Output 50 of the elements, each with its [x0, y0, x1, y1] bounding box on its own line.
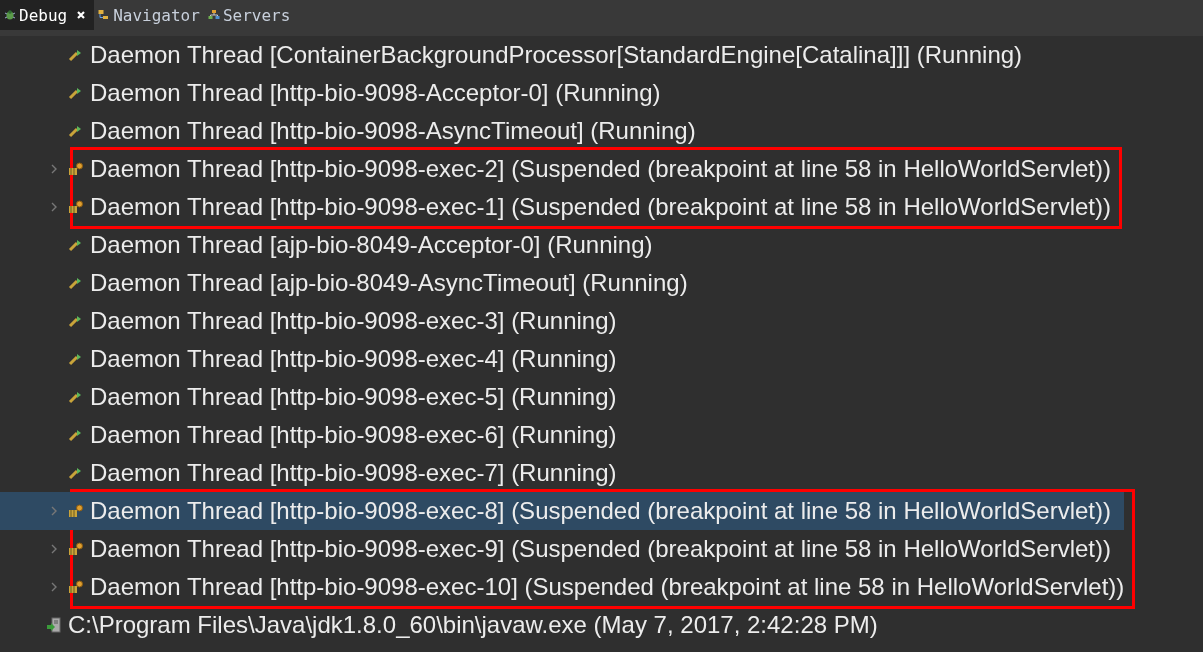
thread-row[interactable]: Daemon Thread [http-bio-9098-exec-4] (Running) [0, 340, 688, 378]
suspended-thread-icon [68, 161, 84, 177]
thread-label: Daemon Thread [http-bio-9098-exec-4] (Running) [90, 345, 617, 373]
thread-label: Daemon Thread [ContainerBackgroundProcessor[StandardEngine[Catalina]]] (Running) [90, 41, 1023, 69]
thread-label: Daemon Thread [http-bio-9098-exec-2] (Suspended (breakpoint at line 58 in HelloWorldServlet)) [90, 155, 1111, 183]
thread-row[interactable]: Daemon Thread [http-bio-9098-exec-5] (Running) [0, 378, 688, 416]
thread-label: Daemon Thread [ajp-bio-8049-AsyncTimeout] (Running) [90, 269, 688, 297]
thread-row[interactable]: Daemon Thread [http-bio-9098-exec-1] (Suspended (breakpoint at line 58 in HelloWorldServlet)) [0, 188, 1111, 226]
expand-chevron-icon[interactable] [50, 201, 58, 213]
suspended-thread-icon [68, 503, 84, 519]
thread-row[interactable]: Daemon Thread [http-bio-9098-exec-2] (Suspended (breakpoint at line 58 in HelloWorldServlet)) [0, 150, 1111, 188]
thread-row[interactable]: Daemon Thread [ajp-bio-8049-AsyncTimeout] (Running) [0, 264, 688, 302]
servers-icon [207, 9, 220, 21]
thread-label: Daemon Thread [http-bio-9098-exec-9] (Suspended (breakpoint at line 58 in HelloWorldServlet)) [90, 535, 1111, 563]
thread-row[interactable]: Daemon Thread [ajp-bio-8049-Acceptor-0] (Running) [0, 226, 688, 264]
view-tab[interactable]: Servers [203, 0, 295, 30]
suspended-thread-icon [68, 199, 84, 215]
thread-label: Daemon Thread [http-bio-9098-Acceptor-0] (Running) [90, 79, 661, 107]
suspended-thread-icon [68, 579, 84, 595]
view-tab[interactable]: Navigator [94, 0, 204, 30]
thread-label: Daemon Thread [http-bio-9098-exec-8] (Suspended (breakpoint at line 58 in HelloWorldServlet)) [90, 497, 1111, 525]
process-row[interactable]: C:\Program Files\Java\jdk1.8.0_60\bin\javaw.exe (May 7, 2017, 2:42:28 PM) [0, 606, 878, 644]
thread-label: Daemon Thread [ajp-bio-8049-Acceptor-0] (Running) [90, 231, 653, 259]
thread-row[interactable]: Daemon Thread [http-bio-9098-AsyncTimeout] (Running) [0, 112, 1023, 150]
thread-row[interactable]: Daemon Thread [http-bio-9098-exec-6] (Running) [0, 416, 688, 454]
thread-label: Daemon Thread [http-bio-9098-exec-7] (Running) [90, 459, 617, 487]
process-label: C:\Program Files\Java\jdk1.8.0_60\bin\javaw.exe (May 7, 2017, 2:42:28 PM) [68, 611, 878, 639]
process-icon [46, 617, 62, 633]
thread-label: Daemon Thread [http-bio-9098-exec-3] (Running) [90, 307, 617, 335]
expand-chevron-icon[interactable] [50, 505, 58, 517]
thread-row[interactable]: Daemon Thread [ContainerBackgroundProcessor[StandardEngine[Catalina]]] (Running) [0, 36, 1023, 74]
expand-chevron-icon[interactable] [50, 543, 58, 555]
thread-label: Daemon Thread [http-bio-9098-exec-5] (Running) [90, 383, 617, 411]
thread-label: Daemon Thread [http-bio-9098-exec-10] (Suspended (breakpoint at line 58 in HelloWorldServlet)) [90, 573, 1125, 601]
thread-row[interactable]: Daemon Thread [http-bio-9098-exec-8] (Suspended (breakpoint at line 58 in HelloWorldServlet)) [0, 492, 1125, 530]
close-icon[interactable] [76, 10, 87, 20]
thread-row[interactable]: Daemon Thread [http-bio-9098-exec-10] (Suspended (breakpoint at line 58 in HelloWorldServlet)) [0, 568, 1125, 606]
thread-row[interactable]: Daemon Thread [http-bio-9098-exec-9] (Suspended (breakpoint at line 58 in HelloWorldServlet)) [0, 530, 1125, 568]
view-tab[interactable]: Debug [0, 0, 95, 30]
expand-chevron-icon[interactable] [50, 163, 58, 175]
thread-label: Daemon Thread [http-bio-9098-exec-6] (Running) [90, 421, 617, 449]
thread-row[interactable]: Daemon Thread [http-bio-9098-Acceptor-0] (Running) [0, 74, 1023, 112]
thread-row[interactable]: Daemon Thread [http-bio-9098-exec-3] (Running) [0, 302, 688, 340]
suspended-thread-icon [68, 541, 84, 557]
thread-label: Daemon Thread [http-bio-9098-exec-1] (Suspended (breakpoint at line 58 in HelloWorldServlet)) [90, 193, 1111, 221]
bug-icon [4, 9, 16, 21]
expand-chevron-icon[interactable] [50, 581, 58, 593]
thread-label: Daemon Thread [http-bio-9098-AsyncTimeout] (Running) [90, 117, 696, 145]
folder-tree-icon [98, 9, 111, 21]
thread-row[interactable]: Daemon Thread [http-bio-9098-exec-7] (Running) [0, 454, 688, 492]
